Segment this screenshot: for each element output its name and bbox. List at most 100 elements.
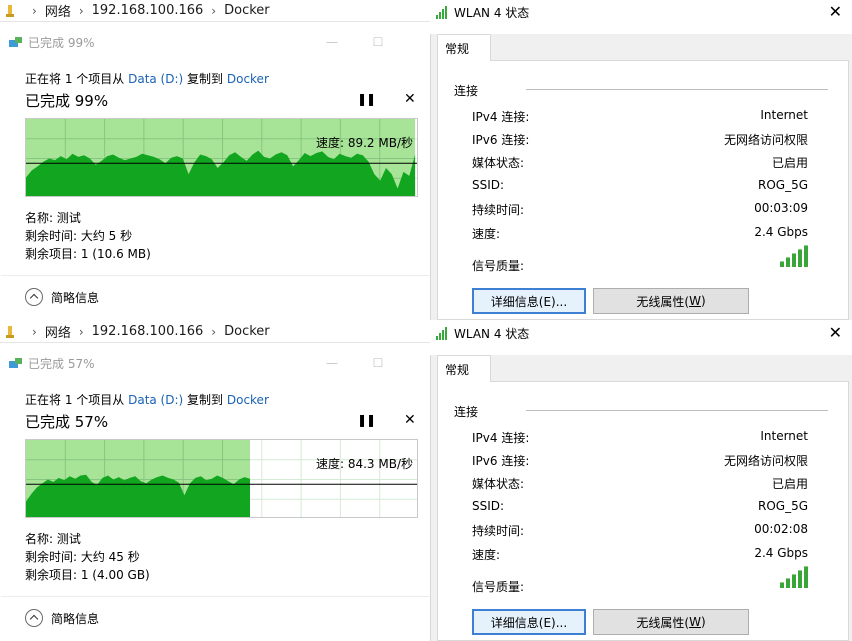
wireless-button-end: ) bbox=[700, 615, 706, 629]
time-remaining: 剩余时间: 大约 5 秒 bbox=[25, 229, 133, 243]
breadcrumb-host[interactable]: 192.168.100.166 bbox=[92, 324, 204, 339]
ssid-label: SSID: bbox=[472, 178, 505, 192]
speed-label: 速度: 84.3 MB/秒 bbox=[315, 457, 413, 471]
wlan-status-window-top: WLAN 4 状态 ✕ 常规 连接 IPv4 连接: Internet IPv6… bbox=[430, 0, 852, 320]
copy-description: 正在将 1 个项目从 Data (D:) 复制到 Docker bbox=[25, 70, 269, 87]
tab-general[interactable]: 常规 bbox=[437, 34, 491, 61]
copy-window-bottom: › 网络 › 192.168.100.166 › Docker 已完成 57% … bbox=[0, 321, 430, 641]
wireless-button-label: 无线属性( bbox=[636, 615, 690, 630]
less-details-label: 简略信息 bbox=[51, 290, 100, 305]
source-link[interactable]: Data (D:) bbox=[128, 393, 183, 407]
minimize-button[interactable]: — bbox=[309, 29, 355, 55]
throughput-area bbox=[26, 474, 250, 517]
file-name: 名称: 测试 bbox=[25, 532, 81, 546]
minimize-button[interactable]: — bbox=[309, 350, 355, 376]
copy-desc-mid: 复制到 bbox=[183, 72, 227, 86]
copy-dialog: 已完成 99% — ☐ 正在将 1 个项目从 Data (D:) 复制到 Doc… bbox=[0, 29, 430, 320]
tab-general[interactable]: 常规 bbox=[437, 355, 491, 382]
copy-desc-mid: 复制到 bbox=[183, 393, 227, 407]
throughput-graph: 速度: 89.2 MB/秒 bbox=[25, 118, 418, 197]
details-button[interactable]: 详细信息(E)... bbox=[472, 609, 586, 635]
breadcrumb-network[interactable]: 网络 bbox=[45, 1, 71, 20]
duration-label: 持续时间: bbox=[472, 524, 525, 538]
pause-button[interactable]: ❚❚ bbox=[357, 92, 376, 106]
ipv6-value: 无网络访问权限 bbox=[723, 133, 808, 147]
wlan-status-window-bottom: WLAN 4 状态 ✕ 常规 连接 IPv4 连接: Internet IPv6… bbox=[430, 321, 852, 641]
items-remaining: 剩余项目: 1 (10.6 MB) bbox=[25, 247, 151, 261]
ssid-value: ROG_5G bbox=[757, 178, 808, 192]
wlan-title: WLAN 4 状态 bbox=[454, 5, 530, 20]
wifi-signal-icon bbox=[436, 5, 448, 19]
folder-icon bbox=[4, 4, 18, 17]
address-bar[interactable]: › 网络 › 192.168.100.166 › Docker bbox=[0, 0, 430, 22]
wlan-title: WLAN 4 状态 bbox=[454, 326, 530, 341]
speed-label: 速度: bbox=[472, 548, 501, 562]
address-bar[interactable]: › 网络 › 192.168.100.166 › Docker bbox=[0, 321, 430, 343]
copy-title: 已完成 99% bbox=[28, 35, 95, 50]
chevron-right-icon: › bbox=[211, 3, 217, 18]
wireless-button-accesskey: W bbox=[689, 294, 701, 308]
chevron-right-icon: › bbox=[32, 3, 37, 18]
throughput-graph-svg bbox=[26, 119, 417, 196]
less-details-button[interactable]: 简略信息 bbox=[25, 609, 99, 627]
items-remaining: 剩余项目: 1 (4.00 GB) bbox=[25, 568, 150, 582]
signal-bars-icon bbox=[778, 243, 808, 267]
pause-button[interactable]: ❚❚ bbox=[357, 413, 376, 427]
cancel-button[interactable]: ✕ bbox=[404, 91, 416, 107]
tab-panel-general: 连接 IPv4 连接: Internet IPv6 连接: 无网络访问权限 媒体… bbox=[437, 60, 849, 320]
duration-value: 00:02:08 bbox=[754, 522, 808, 536]
breadcrumb-network[interactable]: 网络 bbox=[45, 322, 71, 341]
copy-icon bbox=[9, 36, 23, 48]
chevron-right-icon: › bbox=[32, 324, 37, 339]
copy-titlebar[interactable]: 已完成 57% — ☐ bbox=[1, 350, 430, 376]
breadcrumb-host[interactable]: 192.168.100.166 bbox=[92, 3, 204, 18]
copy-description: 正在将 1 个项目从 Data (D:) 复制到 Docker bbox=[25, 391, 269, 408]
destination-link[interactable]: Docker bbox=[227, 72, 269, 86]
close-button[interactable]: ✕ bbox=[829, 2, 842, 21]
signal-quality-label: 信号质量: bbox=[472, 580, 525, 594]
destination-link[interactable]: Docker bbox=[227, 393, 269, 407]
media-state-label: 媒体状态: bbox=[472, 477, 525, 491]
wireless-properties-button[interactable]: 无线属性(W) bbox=[593, 609, 749, 635]
media-state-value: 已启用 bbox=[771, 477, 808, 491]
chevron-up-icon bbox=[25, 609, 43, 627]
time-remaining: 剩余时间: 大约 45 秒 bbox=[25, 550, 140, 564]
ipv6-label: IPv6 连接: bbox=[472, 454, 530, 468]
speed-label: 速度: bbox=[472, 227, 501, 241]
throughput-graph-svg bbox=[26, 440, 417, 517]
chevron-right-icon: › bbox=[78, 324, 84, 339]
ipv6-label: IPv6 连接: bbox=[472, 133, 530, 147]
connection-group-label: 连接 bbox=[454, 405, 479, 419]
duration-value: 00:03:09 bbox=[754, 201, 808, 215]
wlan-titlebar[interactable]: WLAN 4 状态 bbox=[430, 0, 852, 24]
wlan-titlebar[interactable]: WLAN 4 状态 bbox=[430, 321, 852, 345]
wireless-button-end: ) bbox=[700, 294, 706, 308]
copy-icon bbox=[9, 357, 23, 369]
cancel-button[interactable]: ✕ bbox=[404, 412, 416, 428]
copy-title: 已完成 57% bbox=[28, 356, 95, 371]
connection-group-label: 连接 bbox=[454, 84, 479, 98]
chevron-right-icon: › bbox=[211, 324, 217, 339]
progress-percent: 已完成 57% bbox=[25, 413, 109, 431]
media-state-label: 媒体状态: bbox=[472, 156, 525, 170]
source-link[interactable]: Data (D:) bbox=[128, 72, 183, 86]
group-divider bbox=[526, 89, 828, 90]
wireless-properties-button[interactable]: 无线属性(W) bbox=[593, 288, 749, 314]
ipv4-label: IPv4 连接: bbox=[472, 431, 530, 445]
copy-window-top: › 网络 › 192.168.100.166 › Docker 已完成 99% … bbox=[0, 0, 430, 320]
breadcrumb-docker[interactable]: Docker bbox=[224, 3, 270, 18]
breadcrumb-docker[interactable]: Docker bbox=[224, 324, 270, 339]
copy-titlebar[interactable]: 已完成 99% — ☐ bbox=[1, 29, 430, 55]
ipv4-label: IPv4 连接: bbox=[472, 110, 530, 124]
divider bbox=[1, 275, 430, 276]
wireless-button-accesskey: W bbox=[689, 615, 701, 629]
close-button[interactable]: ✕ bbox=[829, 323, 842, 342]
maximize-button[interactable]: ☐ bbox=[355, 350, 401, 376]
less-details-button[interactable]: 简略信息 bbox=[25, 288, 99, 306]
tab-panel-general: 连接 IPv4 连接: Internet IPv6 连接: 无网络访问权限 媒体… bbox=[437, 381, 849, 641]
copy-dialog: 已完成 57% — ☐ 正在将 1 个项目从 Data (D:) 复制到 Doc… bbox=[0, 350, 430, 641]
maximize-button[interactable]: ☐ bbox=[355, 29, 401, 55]
wlan-body: 常规 连接 IPv4 连接: Internet IPv6 连接: 无网络访问权限… bbox=[430, 34, 852, 320]
details-button[interactable]: 详细信息(E)... bbox=[472, 288, 586, 314]
ipv4-value: Internet bbox=[760, 429, 808, 443]
